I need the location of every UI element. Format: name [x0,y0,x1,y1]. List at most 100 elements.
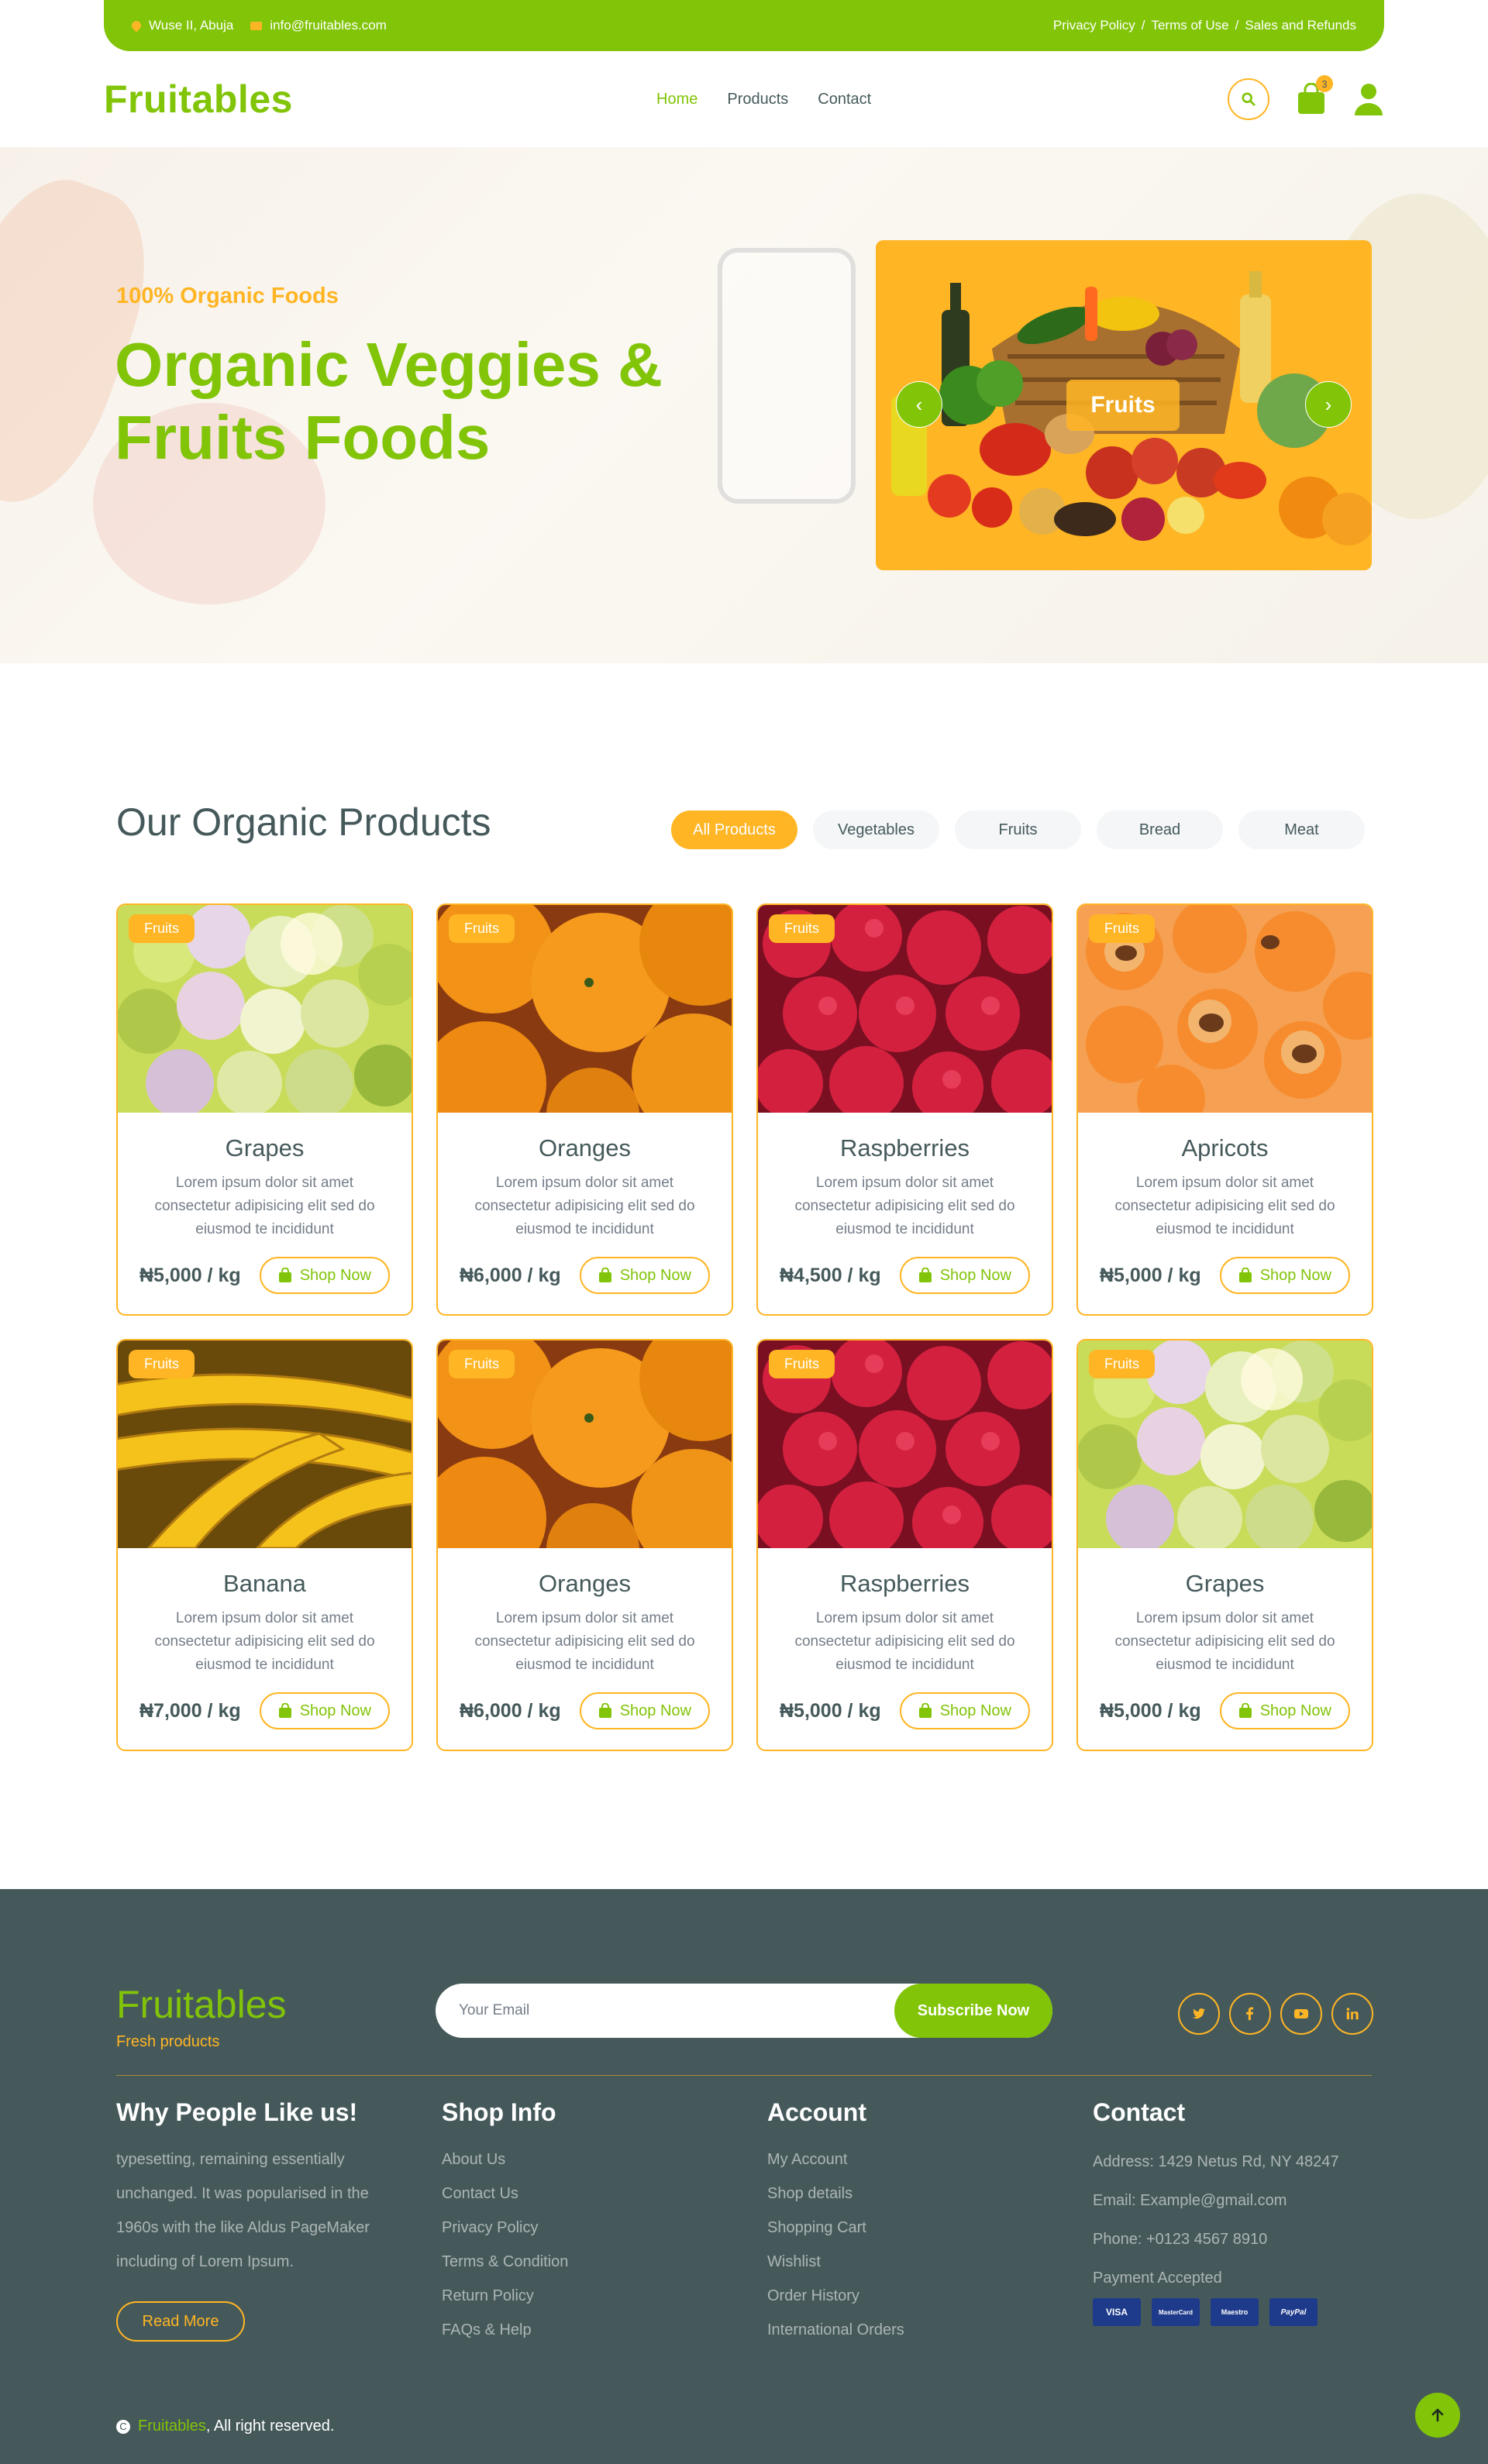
shop-now-button[interactable]: Shop Now [579,1257,710,1294]
brand-logo[interactable]: Fruitables [104,77,293,122]
footer-brand[interactable]: Fruitables [116,1982,287,2027]
footer-link[interactable]: Order History [767,2279,904,2313]
shop-now-button[interactable]: Shop Now [899,1257,1030,1294]
chevron-left-icon: ‹ [915,392,923,416]
sales-refunds-link[interactable]: Sales and Refunds [1245,18,1356,33]
shop-now-label: Shop Now [619,1266,691,1284]
product-image[interactable]: Fruits [1078,1340,1372,1553]
nav-products[interactable]: Products [727,91,788,108]
footer-link[interactable]: Return Policy [442,2279,568,2313]
product-card[interactable]: Fruits Apricots Lorem ipsum dolor sit amet… [1076,903,1373,1316]
filter-meat[interactable]: Meat [1238,810,1365,849]
subscribe-button[interactable]: Subscribe Now [894,1984,1052,2038]
email-item[interactable]: info@fruitables.com [250,18,387,33]
footer-contact-column: Contact Address: 1429 Netus Rd, NY 48247… [1093,2098,1339,2297]
product-image[interactable]: Fruits [118,905,412,1117]
newsletter-email-input[interactable]: Your Email [459,1984,529,2038]
product-category-tag: Fruits [769,1350,835,1378]
product-name[interactable]: Grapes [1078,1570,1372,1598]
facebook-icon[interactable] [1229,1993,1271,2035]
shop-now-button[interactable]: Shop Now [899,1692,1030,1729]
shopping-bag-icon [278,1268,291,1282]
product-card[interactable]: Fruits Raspberries Lorem ipsum dolor sit a… [756,903,1053,1316]
copyright: C Fruitables, All right reserved. [116,2418,334,2435]
footer-link[interactable]: Shopping Cart [767,2211,904,2245]
product-category-tag: Fruits [1089,1350,1155,1378]
shop-now-button[interactable]: Shop Now [259,1257,390,1294]
footer-link[interactable]: International Orders [767,2313,904,2347]
footer-link[interactable]: Wishlist [767,2245,904,2279]
product-name[interactable]: Raspberries [758,1134,1052,1162]
cart-button[interactable]: 3 [1296,75,1333,115]
product-description: Lorem ipsum dolor sit amet consectetur a… [1114,1610,1335,1673]
filter-all-products[interactable]: All Products [671,810,797,849]
nav-home[interactable]: Home [656,91,698,108]
shop-now-button[interactable]: Shop Now [579,1692,710,1729]
products-section-title: Our Organic Products [116,800,491,844]
newsletter-form: Your Email Subscribe Now [436,1984,1052,2038]
footer-link[interactable]: Shop details [767,2177,904,2211]
read-more-button[interactable]: Read More [116,2301,245,2342]
product-image[interactable]: Fruits [758,905,1052,1123]
copyright-brand[interactable]: Fruitables [138,2418,206,2435]
account-button[interactable] [1353,83,1384,115]
address-item: Wuse II, Abuja [129,18,233,33]
footer-link[interactable]: Contact Us [442,2177,568,2211]
product-category-tag: Fruits [769,914,835,943]
contact-email: Email: Example@gmail.com [1093,2192,1287,2209]
map-pin-icon [129,19,143,33]
footer-link[interactable]: FAQs & Help [442,2313,568,2347]
product-card[interactable]: Fruits Oranges Lorem ipsum dolor sit amet … [436,1339,733,1751]
footer-link[interactable]: About Us [442,2142,568,2177]
hero-carousel[interactable]: ‹ Fruits › [876,240,1372,570]
product-card[interactable]: Fruits Grapes Lorem ipsum dolor sit amet c… [1076,1339,1373,1751]
product-name[interactable]: Banana [118,1570,412,1598]
product-image[interactable]: Fruits [1078,905,1372,1133]
product-name[interactable]: Oranges [438,1570,732,1598]
search-button[interactable] [1228,78,1269,120]
product-description: Lorem ipsum dolor sit amet consectetur a… [1114,1175,1335,1237]
product-card[interactable]: Fruits Oranges Lorem ipsum dolor sit amet … [436,903,733,1316]
twitter-icon[interactable] [1178,1993,1220,2035]
product-name[interactable]: Apricots [1078,1134,1372,1162]
email-text[interactable]: info@fruitables.com [270,18,387,33]
product-name[interactable]: Oranges [438,1134,732,1162]
footer-link[interactable]: Terms & Condition [442,2245,568,2279]
privacy-policy-link[interactable]: Privacy Policy [1053,18,1135,33]
nav-contact[interactable]: Contact [818,91,871,108]
carousel-next-button[interactable]: › [1305,381,1352,428]
carousel-prev-button[interactable]: ‹ [896,381,942,428]
shop-now-button[interactable]: Shop Now [1219,1692,1350,1729]
youtube-icon[interactable] [1280,1993,1322,2035]
product-image[interactable]: Fruits [118,1340,412,1550]
product-price: ₦5,000 / kg [1100,1264,1201,1286]
product-price: ₦5,000 / kg [1100,1699,1201,1722]
shopping-bag-icon [1238,1703,1252,1718]
footer-link[interactable]: Privacy Policy [442,2211,568,2245]
product-name[interactable]: Raspberries [758,1570,1052,1598]
filter-bread[interactable]: Bread [1097,810,1223,849]
product-image[interactable]: Fruits [758,1340,1052,1558]
product-image[interactable]: Fruits [438,1340,732,1596]
product-price: ₦6,000 / kg [460,1264,561,1286]
filter-fruits[interactable]: Fruits [955,810,1081,849]
maestro-logo: Maestro [1211,2298,1259,2326]
shop-now-button[interactable]: Shop Now [259,1692,390,1729]
filter-vegetables[interactable]: Vegetables [813,810,939,849]
footer-link[interactable]: My Account [767,2142,904,2177]
payment-label: Payment Accepted [1093,2270,1222,2287]
product-card[interactable]: Fruits Banana Lorem ipsum dolor sit amet c… [116,1339,413,1751]
shopping-bag-icon [278,1703,291,1718]
product-card[interactable]: Fruits Grapes Lorem ipsum dolor sit amet c… [116,903,413,1316]
back-to-top-button[interactable] [1415,2393,1460,2438]
shopping-bag-icon [598,1268,611,1282]
product-card[interactable]: Fruits Raspberries Lorem ipsum dolor sit a… [756,1339,1053,1751]
product-category-tag: Fruits [449,914,515,943]
linkedin-icon[interactable] [1331,1993,1373,2035]
terms-of-use-link[interactable]: Terms of Use [1151,18,1228,33]
product-price: ₦5,000 / kg [780,1699,881,1722]
account-title: Account [767,2098,866,2126]
product-name[interactable]: Grapes [118,1134,412,1162]
shop-now-button[interactable]: Shop Now [1219,1257,1350,1294]
product-image[interactable]: Fruits [438,905,732,1161]
